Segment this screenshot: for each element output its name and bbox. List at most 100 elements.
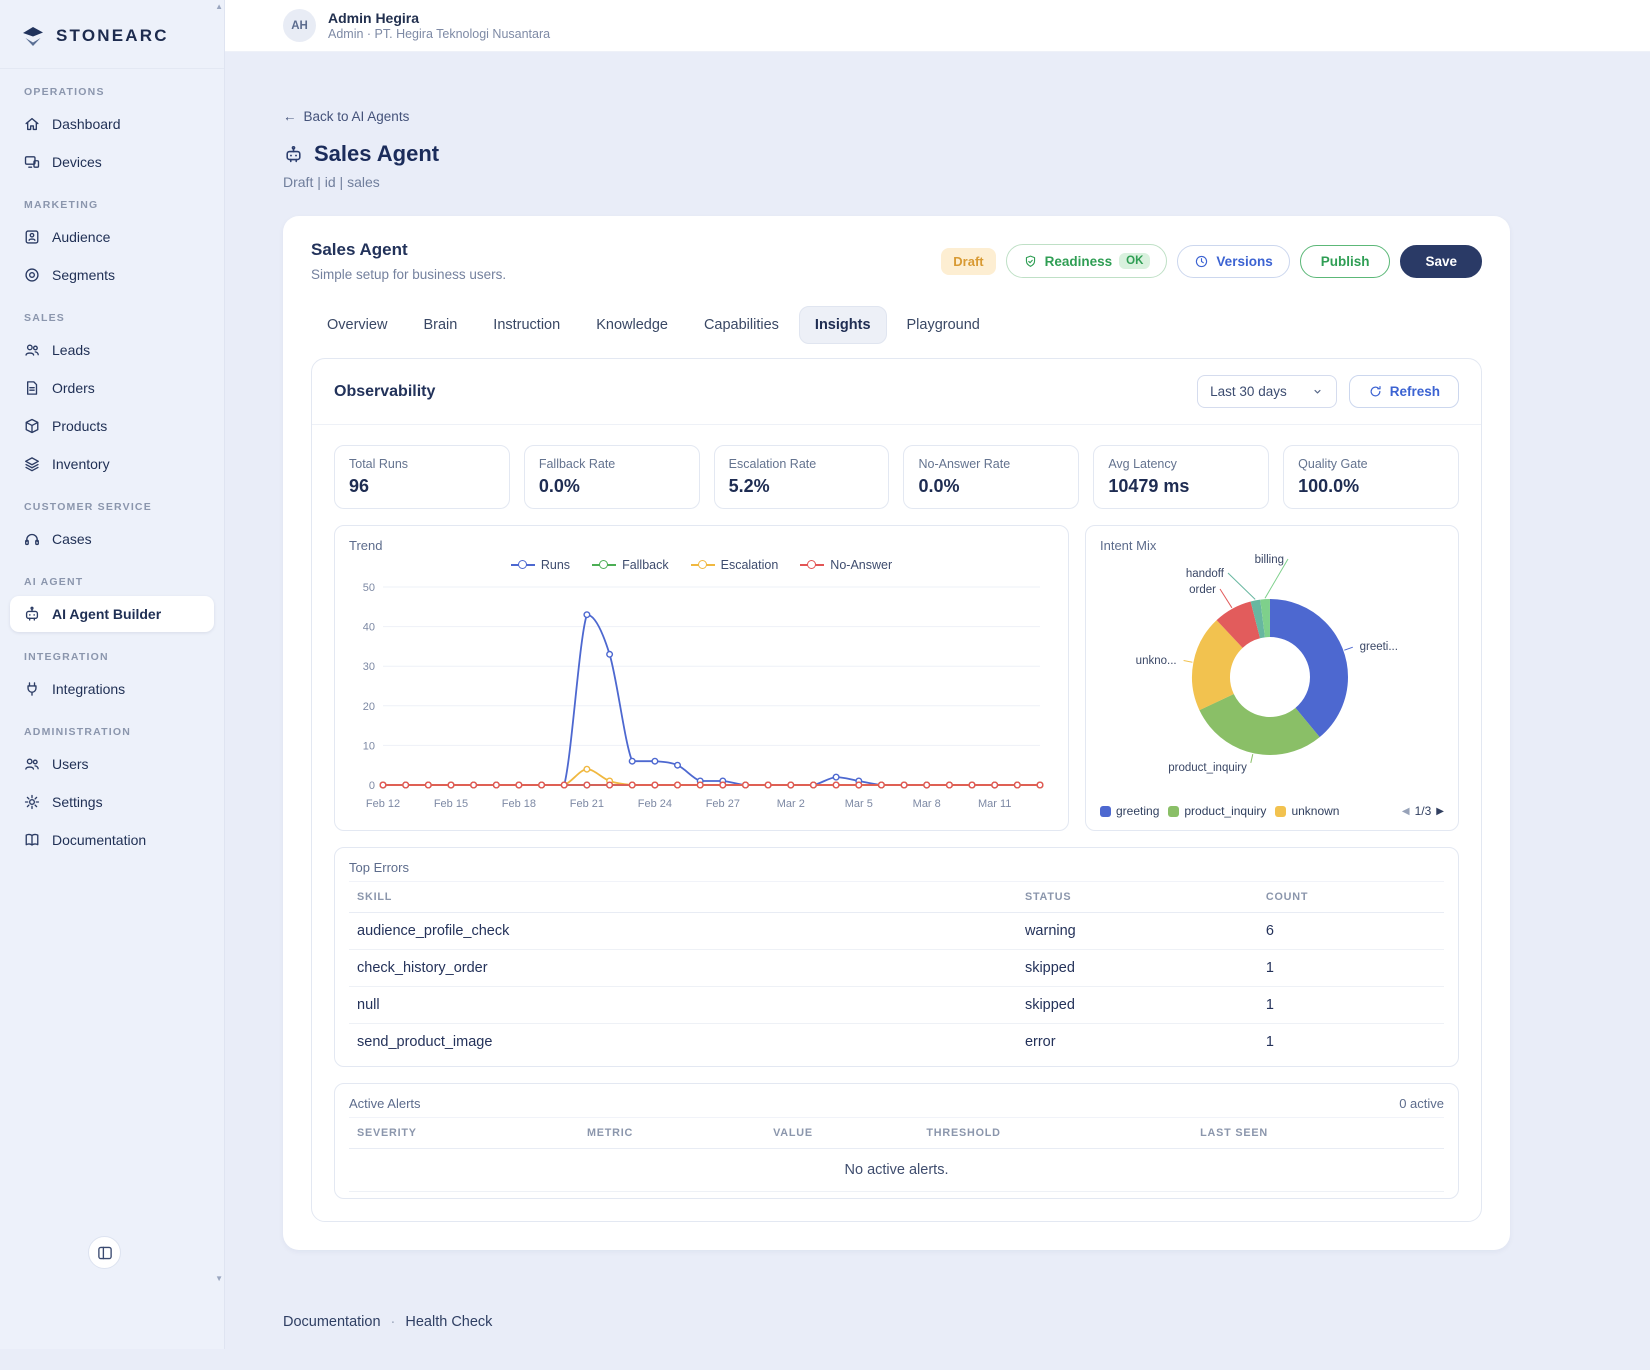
footer-link-health-check[interactable]: Health Check (405, 1314, 492, 1330)
publish-button[interactable]: Publish (1300, 245, 1391, 278)
footer-separator: · (391, 1314, 396, 1330)
sidebar-item-audience[interactable]: Audience (10, 219, 214, 255)
robot-icon (23, 605, 41, 623)
legend-item-runs[interactable]: Runs (511, 558, 570, 572)
refresh-button[interactable]: Refresh (1349, 375, 1459, 408)
charts-row: Trend RunsFallbackEscalationNo-Answer 01… (312, 509, 1481, 831)
content: ←Back to AI Agents Sales Agent Draft | i… (225, 52, 1650, 1370)
table-cell: skipped (1017, 987, 1258, 1024)
sidebar-item-products[interactable]: Products (10, 408, 214, 444)
donut-label-product-inquiry: product_inquiry (1168, 762, 1247, 774)
sidebar-item-label: Cases (52, 531, 92, 547)
sidebar-item-label: Leads (52, 342, 90, 358)
legend-prev-icon[interactable]: ◀ (1402, 806, 1410, 817)
active-alerts-count: 0 active (1399, 1096, 1444, 1111)
footer-link-documentation[interactable]: Documentation (283, 1314, 381, 1330)
avatar[interactable]: AH (283, 9, 316, 42)
tab-brain[interactable]: Brain (407, 306, 473, 344)
sidebar-item-users[interactable]: Users (10, 746, 214, 782)
sidebar-item-label: Inventory (52, 456, 110, 472)
sidebar-item-leads[interactable]: Leads (10, 332, 214, 368)
sidebar-item-label: AI Agent Builder (52, 606, 161, 622)
tab-insights[interactable]: Insights (799, 306, 887, 344)
save-button[interactable]: Save (1400, 245, 1482, 278)
svg-text:50: 50 (363, 582, 375, 594)
date-range-select[interactable]: Last 30 days (1197, 375, 1337, 408)
table-cell: null (349, 987, 1017, 1024)
readiness-button[interactable]: Readiness OK (1006, 244, 1168, 278)
sidebar-item-label: Devices (52, 154, 102, 170)
intent-mix-title: Intent Mix (1100, 538, 1444, 553)
clock-icon (1194, 254, 1209, 269)
svg-text:20: 20 (363, 701, 375, 713)
segments-icon (23, 266, 41, 284)
donut-legend-item-product-inquiry[interactable]: product_inquiry (1168, 804, 1266, 818)
metric-value: 0.0% (918, 476, 1064, 497)
metric-card-escalation-rate: Escalation Rate5.2% (714, 445, 890, 509)
metrics-row: Total Runs96Fallback Rate0.0%Escalation … (312, 425, 1481, 509)
legend-item-no-answer[interactable]: No-Answer (800, 558, 892, 572)
donut-legend-pager: ◀1/3▶ (1402, 804, 1444, 818)
svg-text:10: 10 (363, 740, 375, 752)
sidebar-item-label: Audience (52, 229, 110, 245)
versions-button[interactable]: Versions (1177, 245, 1289, 278)
sidebar-item-documentation[interactable]: Documentation (10, 822, 214, 858)
tab-playground[interactable]: Playground (891, 306, 996, 344)
sidebar-item-devices[interactable]: Devices (10, 144, 214, 180)
sidebar-item-orders[interactable]: Orders (10, 370, 214, 406)
users-icon (23, 755, 41, 773)
active-alerts-title: Active Alerts (349, 1096, 421, 1111)
tab-knowledge[interactable]: Knowledge (580, 306, 684, 344)
column-header: METRIC (579, 1118, 765, 1149)
table-row: nullskipped1 (349, 987, 1444, 1024)
legend-item-fallback[interactable]: Fallback (592, 558, 669, 572)
table-cell: 1 (1258, 1024, 1444, 1061)
metric-label: Fallback Rate (539, 457, 685, 471)
tab-overview[interactable]: Overview (311, 306, 403, 344)
donut-legend-item-greeting[interactable]: greeting (1100, 804, 1159, 818)
products-icon (23, 417, 41, 435)
table-header-row: SEVERITYMETRICVALUETHRESHOLDLAST SEEN (349, 1118, 1444, 1149)
back-link[interactable]: ←Back to AI Agents (283, 109, 409, 124)
svg-text:40: 40 (363, 622, 375, 634)
donut-label-billing: billing (1255, 554, 1284, 566)
inventory-icon (23, 455, 41, 473)
sidebar-collapse-button[interactable] (88, 1236, 121, 1269)
tab-capabilities[interactable]: Capabilities (688, 306, 795, 344)
sidebar-item-label: Products (52, 418, 107, 434)
devices-icon (23, 153, 41, 171)
metric-card-avg-latency: Avg Latency10479 ms (1093, 445, 1269, 509)
sidebar-item-label: Settings (52, 794, 103, 810)
sidebar-item-dashboard[interactable]: Dashboard (10, 106, 214, 142)
sidebar-scrollbar-up-icon[interactable]: ▲ (215, 3, 223, 11)
page-subtitle: Draft | id | sales (283, 174, 1650, 190)
table-cell: send_product_image (349, 1024, 1017, 1061)
nav-section-label-sales: SALES (0, 295, 224, 330)
user-info: Admin Hegira Admin · PT. Hegira Teknolog… (328, 10, 550, 41)
donut-legend-item-unknown[interactable]: unknown (1275, 804, 1339, 818)
trend-line-chart: 01020304050Feb 12Feb 15Feb 18Feb 21Feb 2… (349, 575, 1054, 813)
observability-title: Observability (334, 383, 435, 401)
metric-card-no-answer-rate: No-Answer Rate0.0% (903, 445, 1079, 509)
legend-next-icon[interactable]: ▶ (1436, 806, 1444, 817)
agent-card-header: Sales Agent Simple setup for business us… (311, 240, 1482, 282)
sidebar-item-cases[interactable]: Cases (10, 521, 214, 557)
sidebar-item-inventory[interactable]: Inventory (10, 446, 214, 482)
sidebar-item-label: Documentation (52, 832, 146, 848)
table-cell: warning (1017, 913, 1258, 950)
sidebar-item-integrations[interactable]: Integrations (10, 671, 214, 707)
trend-chart-card: Trend RunsFallbackEscalationNo-Answer 01… (334, 525, 1069, 831)
table-cell: skipped (1017, 950, 1258, 987)
svg-text:Mar 8: Mar 8 (913, 798, 941, 810)
sidebar-item-label: Dashboard (52, 116, 121, 132)
sidebar-item-segments[interactable]: Segments (10, 257, 214, 293)
tab-instruction[interactable]: Instruction (477, 306, 576, 344)
sidebar-scrollbar-down-icon[interactable]: ▼ (215, 1275, 223, 1283)
brand-logo[interactable]: STONEARC (0, 0, 224, 69)
legend-item-escalation[interactable]: Escalation (691, 558, 779, 572)
sidebar-item-settings[interactable]: Settings (10, 784, 214, 820)
donut-label-handoff: handoff (1186, 568, 1225, 580)
empty-row: No active alerts. (349, 1149, 1444, 1192)
app-root: STONEARC OPERATIONSDashboardDevicesMARKE… (0, 0, 1650, 1349)
sidebar-item-ai-agent-builder[interactable]: AI Agent Builder (10, 596, 214, 632)
